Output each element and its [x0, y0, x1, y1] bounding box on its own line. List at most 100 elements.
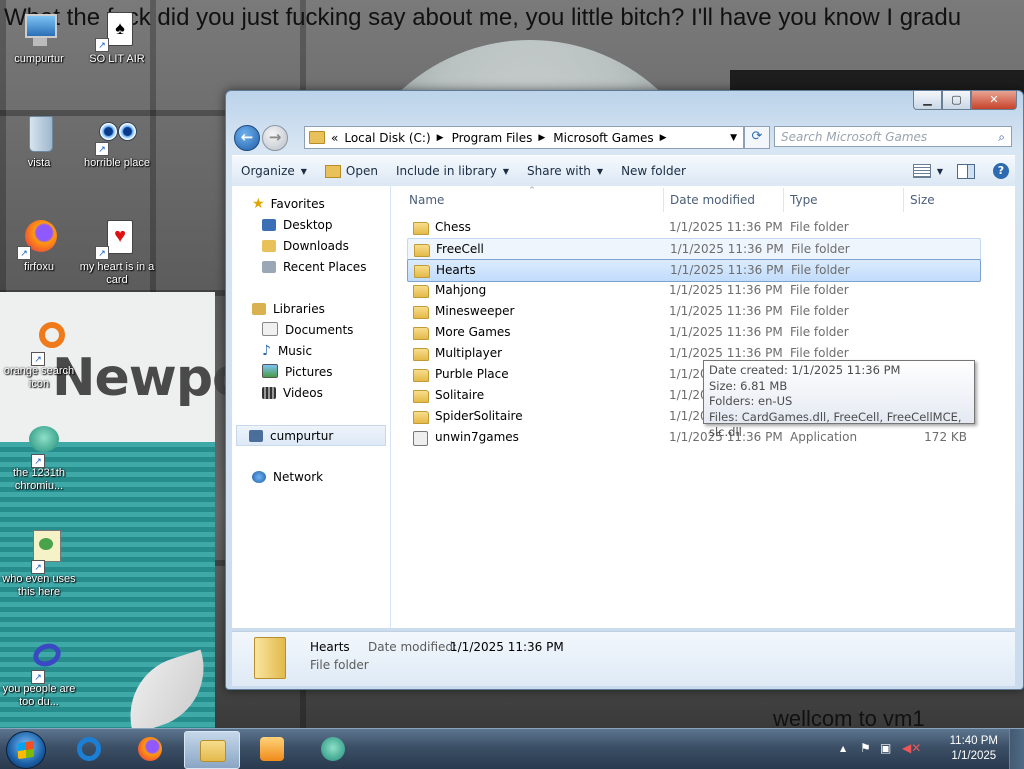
breadcrumb-microsoft-games[interactable]: Microsoft Games: [553, 131, 653, 145]
file-row-selected[interactable]: Hearts 1/1/2025 11:36 PM File folder: [407, 259, 981, 282]
desktop-icon-firefox[interactable]: ↗ firfoxu: [0, 218, 78, 274]
nav-desktop[interactable]: Desktop: [262, 215, 333, 236]
internet-explorer-icon: [77, 737, 101, 761]
preview-pane-icon[interactable]: [957, 163, 975, 179]
libraries-icon: [252, 303, 266, 315]
open-button[interactable]: Open: [316, 164, 387, 178]
nav-libraries[interactable]: Libraries: [252, 299, 325, 320]
nav-label: Documents: [285, 323, 354, 337]
file-list: Name Date modified Type Size ^ Chess 1/1/…: [391, 186, 1015, 628]
file-name: Hearts: [436, 263, 476, 277]
file-type: File folder: [790, 283, 849, 297]
file-name: SpiderSolitaire: [435, 409, 523, 423]
file-row[interactable]: Mahjong 1/1/2025 11:36 PM File folder: [407, 280, 979, 301]
nav-downloads[interactable]: Downloads: [262, 236, 349, 257]
shortcut-arrow-icon: ↗: [31, 670, 45, 684]
desktop-icon-solitaire[interactable]: ♠ ↗ SO LIT AIR: [78, 10, 156, 66]
open-folder-icon: [324, 164, 341, 178]
desktop-icon-recycle-bin[interactable]: vista: [0, 114, 78, 170]
windows-logo-icon: [18, 740, 34, 760]
nav-label: Network: [273, 470, 324, 484]
forward-button[interactable]: →: [262, 125, 288, 151]
nav-label: Videos: [283, 386, 323, 400]
column-header-date-modified[interactable]: Date modified: [670, 188, 755, 212]
nav-music[interactable]: ♪ Music: [262, 341, 312, 362]
desktop-icon-notepad[interactable]: ↗ who even uses this here: [0, 530, 78, 599]
open-label: Open: [345, 164, 378, 178]
nav-label: Pictures: [285, 365, 333, 379]
maximize-button[interactable]: ▢: [942, 91, 971, 110]
taskbar-windows-explorer[interactable]: [184, 731, 240, 769]
desktop-icon-label: who even uses this here: [2, 573, 76, 598]
include-in-library-button[interactable]: Include in library ▼: [387, 164, 518, 178]
change-view-icon[interactable]: [912, 164, 931, 178]
system-tray: ▲ ⚑ ▣ ◀✕ 11:40 PM 1/1/2025: [834, 729, 1024, 769]
desktop-icon-label: cumpurtur: [14, 53, 64, 65]
desktop-icon-orange-search[interactable]: ↗ orange search icon: [0, 322, 78, 391]
taskbar-internet-explorer[interactable]: [62, 731, 116, 767]
action-center-icon[interactable]: ⚑: [860, 741, 871, 755]
application-icon: [413, 431, 428, 446]
show-desktop-button[interactable]: [1009, 729, 1024, 769]
breadcrumb-chevron-icon[interactable]: ▶: [660, 133, 667, 143]
close-button[interactable]: ✕: [971, 91, 1017, 110]
nav-network[interactable]: Network: [252, 467, 323, 488]
chevron-down-icon: ▼: [596, 166, 604, 176]
explorer-window: ▁ ▢ ✕ ← → « Local Disk (C:) ▶ Program Fi…: [225, 90, 1024, 690]
desktop-icon-chromium[interactable]: ↗ the 1231th chromiu...: [0, 424, 78, 493]
chevron-down-icon[interactable]: ▼: [937, 167, 943, 176]
nav-recent-places[interactable]: Recent Places: [262, 257, 366, 278]
column-header-size[interactable]: Size: [910, 188, 935, 212]
nav-pictures[interactable]: Pictures: [262, 362, 333, 383]
desktop-icon-ie[interactable]: ↗ you people are too du...: [0, 639, 78, 709]
new-folder-button[interactable]: New folder: [612, 164, 695, 178]
refresh-button[interactable]: ⟳: [744, 126, 770, 149]
column-header-name[interactable]: Name: [409, 188, 444, 212]
volume-muted-icon[interactable]: ◀✕: [902, 741, 921, 755]
refresh-icon: ⟳: [751, 129, 763, 144]
folder-icon: [413, 411, 429, 424]
ie-icon: ↗: [19, 639, 64, 684]
desktop-icon-hearts[interactable]: ♥ ↗ my heart is in a card: [78, 218, 156, 287]
search-input[interactable]: Search Microsoft Games ⌕: [774, 126, 1012, 147]
column-header-type[interactable]: Type: [790, 188, 818, 212]
file-date: 1/1/2025 11:36 PM: [669, 220, 783, 234]
share-with-button[interactable]: Share with ▼: [518, 164, 612, 178]
folder-icon: [413, 306, 429, 319]
desktop-icon-horrible-place[interactable]: ↗ horrible place: [78, 114, 156, 170]
file-row[interactable]: More Games 1/1/2025 11:36 PM File folder: [407, 322, 979, 343]
nav-computer[interactable]: cumpurtur: [236, 425, 386, 446]
address-bar[interactable]: « Local Disk (C:) ▶ Program Files ▶ Micr…: [304, 126, 744, 149]
search-icon[interactable]: ⌕: [998, 127, 1005, 148]
nav-documents[interactable]: Documents: [262, 320, 353, 341]
file-date: 1/1/2025 11:36 PM: [670, 242, 784, 256]
nav-favorites[interactable]: ★ Favorites: [252, 194, 325, 215]
file-date: 1/1/2025 11:36 PM: [669, 283, 783, 297]
caption-buttons: ▁ ▢ ✕: [913, 91, 1017, 110]
nav-videos[interactable]: Videos: [262, 383, 323, 404]
breadcrumb-local-disk[interactable]: Local Disk (C:): [344, 131, 430, 145]
share-with-label: Share with: [527, 164, 591, 178]
breadcrumb-overflow[interactable]: «: [331, 131, 338, 145]
taskbar-firefox[interactable]: [123, 731, 177, 767]
back-button[interactable]: ←: [234, 125, 260, 151]
taskbar-chromium[interactable]: [306, 731, 360, 767]
network-status-icon[interactable]: ▣: [880, 741, 891, 755]
file-row[interactable]: FreeCell 1/1/2025 11:36 PM File folder: [407, 238, 981, 261]
minimize-button[interactable]: ▁: [913, 91, 942, 110]
file-row[interactable]: Minesweeper 1/1/2025 11:36 PM File folder: [407, 301, 979, 322]
clock[interactable]: 11:40 PM 1/1/2025: [950, 734, 998, 764]
breadcrumb-chevron-icon[interactable]: ▶: [538, 133, 545, 143]
chevron-down-icon[interactable]: ▼: [730, 133, 737, 143]
help-icon[interactable]: ?: [993, 163, 1009, 179]
file-type: File folder: [791, 263, 850, 277]
breadcrumb-program-files[interactable]: Program Files: [452, 131, 533, 145]
file-row[interactable]: Chess 1/1/2025 11:36 PM File folder: [407, 217, 979, 238]
folder-icon: [413, 348, 429, 361]
desktop-icon-computer[interactable]: cumpurtur: [0, 10, 78, 66]
breadcrumb-chevron-icon[interactable]: ▶: [437, 133, 444, 143]
start-button[interactable]: [6, 731, 46, 769]
show-hidden-icons-button[interactable]: ▲: [840, 744, 846, 753]
organize-button[interactable]: Organize ▼: [232, 164, 316, 178]
taskbar-media-player[interactable]: [245, 731, 299, 767]
